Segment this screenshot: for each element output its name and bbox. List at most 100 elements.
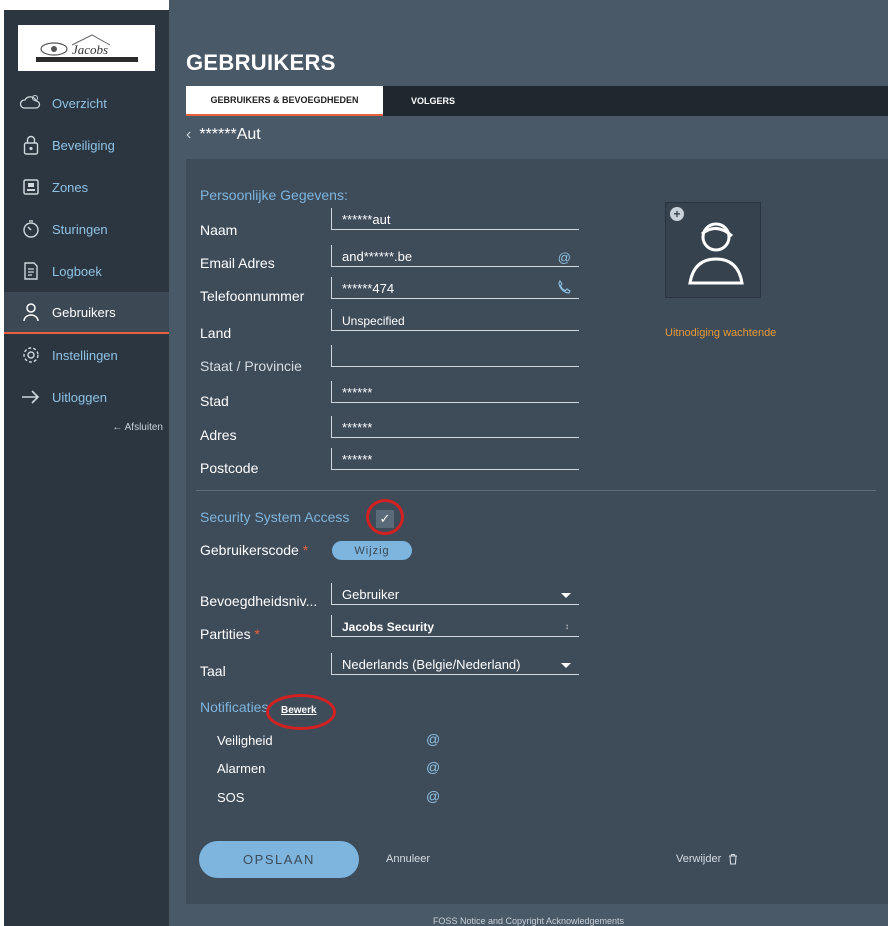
address-label: Adres (200, 427, 237, 443)
access-section-title: Security System Access (200, 509, 350, 525)
sidebar-nav: Overzicht Beveiliging Zones Sturingen Lo… (4, 82, 169, 418)
partitions-select[interactable]: Jacobs Security ↕ (331, 615, 579, 637)
postcode-label: Postcode (200, 460, 259, 476)
email-channel-icon[interactable]: @ (426, 788, 440, 804)
user-icon (20, 301, 42, 323)
timer-icon (20, 218, 42, 240)
page-title: GEBRUIKERS (186, 50, 336, 75)
highlight-ring (266, 694, 336, 730)
sidebar-item-label: Logboek (52, 263, 102, 279)
user-detail-panel: Persoonlijke Gegevens: Naam ******aut Em… (186, 159, 888, 904)
level-select[interactable]: Gebruiker (331, 583, 579, 605)
phone-icon (557, 279, 571, 297)
main-content: GEBRUIKERS GEBRUIKERS & BEVOEGDHEDEN VOL… (169, 0, 888, 926)
name-label: Naam (200, 222, 238, 238)
phone-label: Telefoonnummer (200, 288, 305, 304)
sidebar: Jacobs Overzicht Beveiliging Zones Sturi… (4, 10, 169, 926)
city-field[interactable]: ****** (331, 381, 579, 403)
svg-text:Jacobs: Jacobs (72, 42, 108, 57)
trash-icon (729, 853, 738, 865)
highlight-ring (366, 499, 404, 535)
cancel-button[interactable]: Annuleer (386, 853, 430, 865)
partitions-value: Jacobs Security (342, 620, 435, 634)
sidebar-item-logboek[interactable]: Logboek (4, 250, 169, 292)
brand-logo[interactable]: Jacobs (18, 25, 155, 71)
country-value: Unspecified (342, 314, 405, 328)
sidebar-item-zones[interactable]: Zones (4, 166, 169, 208)
level-label: Bevoegdheidsniv... (200, 593, 318, 609)
email-value: and******.be (342, 249, 413, 264)
usercode-label: Gebruikerscode * (200, 542, 309, 558)
language-label: Taal (200, 663, 226, 679)
notifications-section-title: Notificaties (200, 699, 269, 715)
sidebar-item-label: Overzicht (52, 95, 107, 111)
country-field[interactable]: Unspecified (331, 309, 579, 331)
tab-users-permissions[interactable]: GEBRUIKERS & BEVOEGDHEDEN (186, 86, 383, 116)
section-divider (196, 490, 876, 491)
language-value: Nederlands (Belgie/Nederland) (342, 657, 521, 672)
change-code-button[interactable]: Wijzig (332, 541, 412, 560)
delete-button[interactable]: Verwijder (676, 853, 739, 865)
sidebar-item-overzicht[interactable]: Overzicht (4, 82, 169, 124)
logo-icon: Jacobs (35, 34, 138, 62)
sidebar-item-label: Sturingen (52, 221, 108, 237)
tab-followers[interactable]: VOLGERS (383, 86, 483, 116)
logout-icon (20, 386, 42, 408)
sidebar-item-label: Uitloggen (52, 389, 107, 405)
tab-bar: GEBRUIKERS & BEVOEGDHEDEN VOLGERS (186, 86, 888, 116)
back-navigation[interactable]: ‹ ******Aut (186, 120, 261, 150)
country-label: Land (200, 325, 232, 341)
partitions-label: Partities * (200, 626, 260, 642)
city-value: ****** (342, 385, 373, 400)
name-value: ******aut (342, 212, 391, 227)
gear-icon (20, 344, 42, 366)
sidebar-item-label: Beveiliging (52, 137, 115, 153)
sidebar-item-label: Gebruikers (52, 304, 116, 320)
language-select[interactable]: Nederlands (Belgie/Nederland) (331, 653, 579, 675)
notif-veiligheid-label: Veiligheid (217, 733, 273, 748)
notif-sos-label: SOS (217, 790, 245, 805)
chevron-left-icon: ‹ (186, 126, 192, 143)
lock-icon (20, 134, 42, 156)
level-value: Gebruiker (342, 587, 400, 602)
footer-notice[interactable]: FOSS Notice and Copyright Acknowledgemen… (169, 916, 888, 926)
sidebar-item-instellingen[interactable]: Instellingen (4, 334, 169, 376)
sidebar-item-gebruikers[interactable]: Gebruikers (4, 292, 169, 334)
address-field[interactable]: ****** (331, 416, 579, 438)
email-channel-icon[interactable]: @ (426, 759, 440, 775)
city-label: Stad (200, 393, 229, 409)
personal-section-title: Persoonlijke Gegevens: (200, 187, 348, 203)
email-field[interactable]: and******.be @ (331, 245, 579, 267)
logbook-icon (20, 260, 42, 282)
dropdown-arrow-icon (561, 593, 571, 598)
sidebar-item-label: Zones (52, 179, 89, 195)
save-button[interactable]: OPSLAAN (199, 841, 359, 878)
app-window: Jacobs Overzicht Beveiliging Zones Sturi… (0, 0, 888, 926)
postcode-value: ****** (342, 452, 373, 467)
at-icon: @ (557, 250, 571, 265)
weather-icon (20, 92, 42, 114)
sidebar-item-uitloggen[interactable]: Uitloggen (4, 376, 169, 418)
notif-alarmen-label: Alarmen (217, 761, 266, 776)
email-channel-icon[interactable]: @ (426, 731, 440, 747)
phone-field[interactable]: ******474 (331, 277, 579, 299)
dropdown-arrow-icon (561, 663, 571, 668)
select-arrows-icon: ↕ (565, 622, 569, 631)
delete-label: Verwijder (676, 853, 722, 865)
zones-icon (20, 176, 42, 198)
province-field[interactable] (331, 345, 579, 367)
postcode-field[interactable]: ****** (331, 448, 579, 470)
user-name-header: ******Aut (199, 126, 261, 143)
sidebar-item-beveiliging[interactable]: Beveiliging (4, 124, 169, 166)
email-label: Email Adres (200, 255, 275, 271)
pending-invitation-status: Uitnodiging wachtende (665, 327, 777, 339)
name-field[interactable]: ******aut (331, 208, 579, 230)
province-label: Staat / Provincie (200, 358, 302, 374)
add-photo-icon[interactable]: + (670, 207, 684, 221)
collapse-sidebar-link[interactable]: ← Afsluiten (112, 422, 163, 433)
sidebar-item-sturingen[interactable]: Sturingen (4, 208, 169, 250)
user-avatar[interactable]: + (665, 202, 761, 298)
address-value: ****** (342, 420, 373, 435)
sidebar-item-label: Instellingen (52, 347, 118, 363)
phone-value: ******474 (342, 281, 395, 296)
